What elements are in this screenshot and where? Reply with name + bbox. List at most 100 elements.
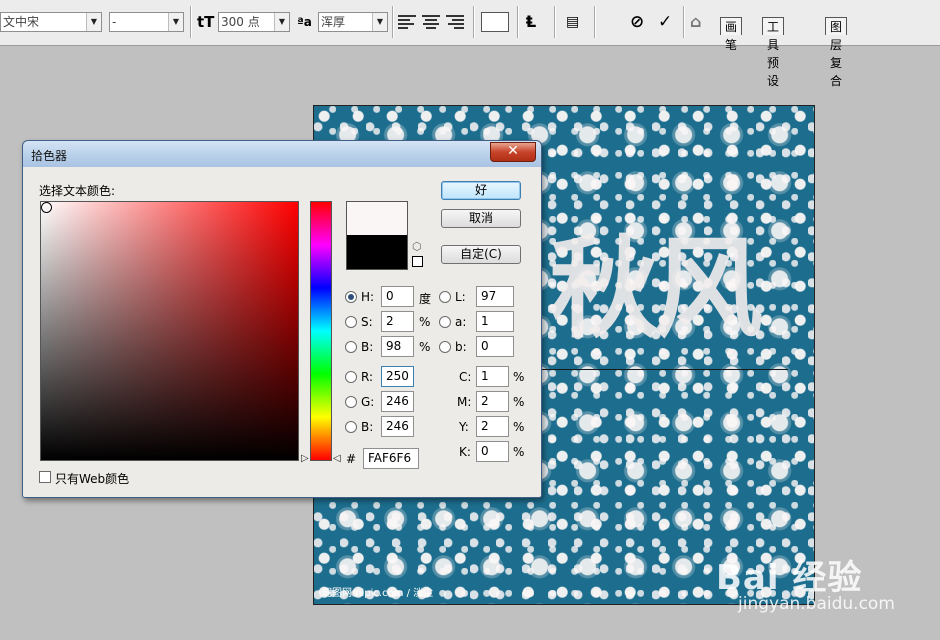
- chevron-down-icon: ▼: [274, 13, 289, 31]
- black-label: K:: [459, 445, 471, 459]
- divider: [554, 6, 556, 38]
- align-left-button[interactable]: [398, 13, 418, 31]
- watermark-text: Bai 经验: [716, 558, 863, 598]
- baidu-watermark: Bai 经验 jingyan.baidu.com: [716, 550, 936, 630]
- text-baseline: [542, 369, 788, 370]
- red-label: R:: [361, 370, 374, 384]
- font-size-value: 300 点: [221, 15, 260, 29]
- antialias-value: 浑厚: [321, 15, 346, 29]
- chevron-down-icon: ▼: [168, 13, 183, 31]
- divider: [392, 6, 394, 38]
- saturation-input[interactable]: 2: [381, 311, 414, 332]
- web-safe-square-icon[interactable]: [412, 256, 423, 267]
- b-channel-label: b:: [455, 340, 467, 354]
- custom-colors-button[interactable]: 自定(C): [441, 245, 521, 264]
- hue-label: H:: [361, 290, 375, 304]
- tab-brushes[interactable]: 画笔: [720, 17, 743, 52]
- cyan-unit: %: [513, 370, 525, 384]
- green-input[interactable]: 246: [381, 391, 414, 412]
- blue-radio[interactable]: [345, 421, 357, 433]
- red-input[interactable]: 250: [381, 366, 414, 387]
- lightness-label: L:: [455, 290, 466, 304]
- watermark-url: jingyan.baidu.com: [738, 594, 895, 614]
- divider: [473, 6, 475, 38]
- divider: [594, 6, 596, 38]
- current-color-preview[interactable]: [346, 235, 408, 270]
- commit-icon[interactable]: ✓: [658, 12, 672, 32]
- saturation-label: S:: [361, 315, 373, 329]
- align-center-button[interactable]: [422, 13, 442, 31]
- options-bar: 文中宋 ▼ - ▼ tT 300 点 ▼ ªa 浑厚 ▼ Ⱡ ▤ ⊘ ✓ ⌂ 画…: [0, 0, 940, 88]
- cyan-input[interactable]: 1: [476, 366, 509, 387]
- hex-input[interactable]: FAF6F6: [363, 448, 419, 469]
- color-field[interactable]: [40, 201, 299, 461]
- image-credit: 昵图网 nipic.com / 淡尘: [322, 588, 434, 599]
- black-input[interactable]: 0: [476, 441, 509, 462]
- cancel-button[interactable]: 取消: [441, 209, 521, 228]
- brightness-label: B:: [361, 340, 374, 354]
- font-family-select[interactable]: 文中宋 ▼: [0, 12, 102, 32]
- a-channel-input[interactable]: 1: [476, 311, 514, 332]
- cancel-icon[interactable]: ⊘: [630, 12, 644, 32]
- red-radio[interactable]: [345, 371, 357, 383]
- chevron-down-icon: ▼: [86, 13, 101, 31]
- palette-well-icon[interactable]: ⌂: [690, 12, 701, 32]
- blue-label: B:: [361, 420, 374, 434]
- antialias-icon: ªa: [297, 15, 312, 29]
- new-color-preview: [346, 201, 408, 235]
- hue-slider-right-arrow-icon[interactable]: ◁: [333, 453, 341, 464]
- chevron-down-icon: ▼: [372, 13, 387, 31]
- lightness-input[interactable]: 97: [476, 286, 514, 307]
- green-radio[interactable]: [345, 396, 357, 408]
- divider: [517, 6, 519, 38]
- font-size-icon: tT: [197, 13, 215, 31]
- hex-label: #: [346, 452, 357, 466]
- saturation-radio[interactable]: [345, 316, 357, 328]
- tab-tool-presets[interactable]: 工具预设: [762, 17, 785, 88]
- brightness-input[interactable]: 98: [381, 336, 414, 357]
- text-color-swatch[interactable]: [481, 12, 509, 32]
- font-family-value: 文中宋: [3, 15, 40, 29]
- hue-input[interactable]: 0: [381, 286, 414, 307]
- magenta-input[interactable]: 2: [476, 391, 509, 412]
- hue-radio[interactable]: [345, 291, 357, 303]
- color-picker-dialog: 拾色器 ✕ 选择文本颜色: ▷ ◁ ⬡ 好 取消 自定(C) H: 0 度 S:…: [22, 140, 542, 498]
- antialias-select[interactable]: 浑厚 ▼: [318, 12, 388, 32]
- yellow-unit: %: [513, 420, 525, 434]
- b-channel-radio[interactable]: [439, 341, 451, 353]
- black-unit: %: [513, 445, 525, 459]
- align-right-button[interactable]: [446, 13, 466, 31]
- ok-button[interactable]: 好: [441, 181, 521, 200]
- font-style-select[interactable]: - ▼: [109, 12, 184, 32]
- green-label: G:: [361, 395, 375, 409]
- font-size-select[interactable]: 300 点 ▼: [218, 12, 290, 32]
- a-channel-radio[interactable]: [439, 316, 451, 328]
- dialog-title: 拾色器: [31, 149, 68, 163]
- text-warp-icon[interactable]: Ⱡ: [526, 12, 536, 32]
- blue-input[interactable]: 246: [381, 416, 414, 437]
- picker-prompt: 选择文本颜色:: [39, 184, 116, 198]
- hue-slider[interactable]: [310, 201, 332, 461]
- cyan-label: C:: [459, 370, 472, 384]
- close-button[interactable]: ✕: [490, 142, 536, 162]
- saturation-unit: %: [419, 315, 431, 329]
- hue-unit: 度: [419, 292, 432, 306]
- font-style-value: -: [112, 15, 117, 29]
- palettes-icon[interactable]: ▤: [566, 12, 579, 32]
- divider: [683, 6, 685, 38]
- b-channel-input[interactable]: 0: [476, 336, 514, 357]
- yellow-label: Y:: [459, 420, 469, 434]
- hue-slider-left-arrow-icon[interactable]: ▷: [301, 453, 309, 464]
- lightness-radio[interactable]: [439, 291, 451, 303]
- dialog-titlebar[interactable]: 拾色器 ✕: [23, 141, 541, 167]
- brightness-unit: %: [419, 340, 431, 354]
- color-field-cursor[interactable]: [41, 202, 52, 213]
- canvas-text-layer[interactable]: 秋风: [549, 224, 763, 354]
- magenta-label: M:: [457, 395, 472, 409]
- tab-layer-comps[interactable]: 图层复合: [825, 17, 848, 88]
- gamut-cube-icon[interactable]: ⬡: [412, 240, 422, 253]
- yellow-input[interactable]: 2: [476, 416, 509, 437]
- divider: [190, 6, 192, 38]
- web-colors-only-checkbox[interactable]: [39, 471, 51, 483]
- brightness-radio[interactable]: [345, 341, 357, 353]
